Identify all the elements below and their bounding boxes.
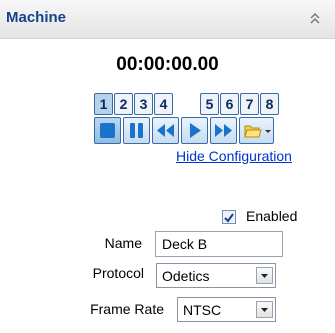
protocol-value: Odetics [162, 268, 210, 284]
rewind-button[interactable] [152, 117, 179, 144]
play-icon [190, 123, 201, 138]
frame-rate-value: NTSC [183, 302, 222, 318]
panel-header: Machine [0, 0, 335, 39]
collapse-chevrons-icon[interactable] [305, 9, 325, 29]
deck-button-1[interactable]: 1 [94, 93, 113, 115]
frame-rate-select[interactable]: NTSC [177, 297, 276, 322]
deck-button-4[interactable]: 4 [154, 93, 173, 115]
name-label: Name [104, 235, 142, 251]
enabled-label: Enabled [246, 208, 298, 224]
name-field[interactable]: Deck B [155, 231, 283, 257]
chevron-down-icon[interactable] [256, 301, 273, 318]
open-dropdown-button[interactable] [239, 117, 274, 144]
open-folder-icon [244, 125, 271, 138]
hide-configuration-link[interactable]: Hide Configuration [176, 148, 292, 164]
protocol-select[interactable]: Odetics [156, 263, 276, 288]
deck-button-3[interactable]: 3 [134, 93, 153, 115]
chevron-down-icon[interactable] [256, 267, 273, 284]
checkmark-icon [224, 213, 234, 223]
play-button[interactable] [181, 117, 208, 144]
deck-button-7[interactable]: 7 [240, 93, 259, 115]
pause-button[interactable] [123, 117, 150, 144]
fast-forward-button[interactable] [210, 117, 237, 144]
pause-icon [130, 123, 143, 138]
deck-button-8[interactable]: 8 [260, 93, 279, 115]
frame-rate-label: Frame Rate [90, 301, 164, 317]
rewind-icon [157, 124, 174, 137]
fast-forward-icon [215, 124, 232, 137]
timecode-display: 00:00:00.00 [116, 54, 219, 75]
deck-button-5[interactable]: 5 [200, 93, 219, 115]
deck-button-2[interactable]: 2 [114, 93, 133, 115]
stop-button[interactable] [94, 117, 121, 144]
deck-button-6[interactable]: 6 [220, 93, 239, 115]
protocol-label: Protocol [92, 265, 144, 281]
panel-title: Machine [6, 9, 67, 26]
stop-icon [100, 123, 115, 138]
enabled-checkbox[interactable] [222, 210, 236, 224]
